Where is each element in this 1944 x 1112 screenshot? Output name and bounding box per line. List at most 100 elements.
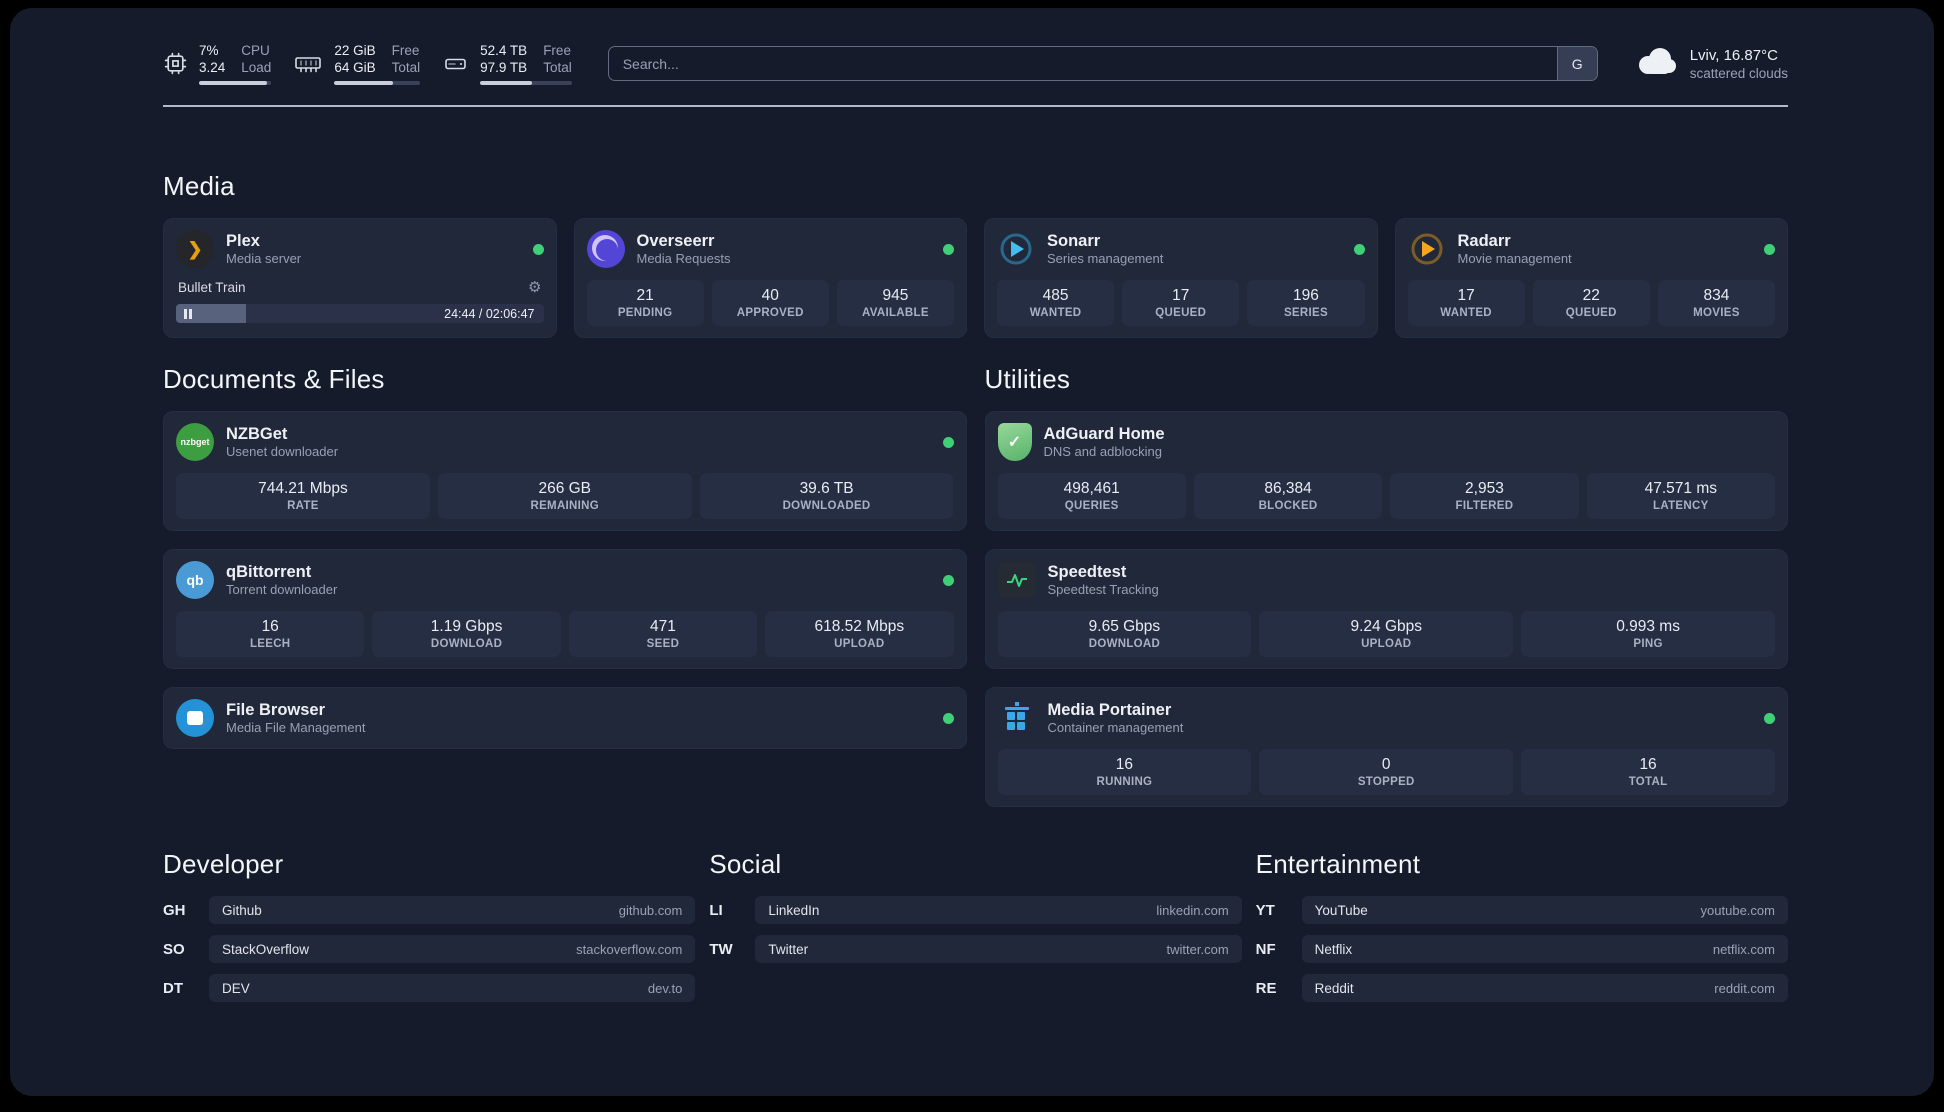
stat-value: 86,384 [1264, 480, 1312, 497]
stat-value: 16 [1639, 756, 1657, 773]
stat-pending: 21 PENDING [586, 280, 704, 326]
stat-value: 471 [650, 618, 676, 635]
stat-label: SEED [646, 638, 680, 650]
bookmark-abbr: GH [163, 901, 186, 919]
stat-filtered: 2,953 FILTERED [1390, 473, 1579, 519]
stat-value: 9.24 Gbps [1350, 618, 1422, 635]
section-heading-utilities: Utilities [984, 364, 1071, 394]
stat-download: 9.65 Gbps DOWNLOAD [997, 611, 1252, 657]
stat-seed: 471 SEED [568, 611, 758, 657]
bookmark-name: Twitter [768, 941, 809, 957]
playback-time: 24:44 / 02:06:47 [444, 306, 535, 321]
ram-label-2: Total [391, 60, 421, 75]
weather-widget: Lviv, 16.87°C scattered clouds [1634, 46, 1788, 82]
plex-icon: ❯ [176, 230, 214, 268]
app-subtitle: Container management [1047, 720, 1184, 735]
topbar: 7% 3.24 CPU Load 22 GiB 64 GiB Free Tota… [163, 42, 1788, 85]
ram-free: 22 GiB [334, 43, 376, 58]
media-row: ❯ Plex Media server Bullet Train ⚙ 24:44… [163, 218, 1788, 338]
qbittorrent-card[interactable]: qb qBittorrent Torrent downloader 16 LEE… [163, 549, 967, 669]
stat-value: 2,953 [1465, 480, 1504, 497]
bookmark-name: StackOverflow [222, 941, 310, 957]
disk-metric: 52.4 TB 97.9 TB Free Total [442, 42, 572, 85]
overseerr-card[interactable]: Overseerr Media Requests 21 PENDING 40 A… [573, 218, 967, 338]
portainer-card[interactable]: Media Portainer Container management 16 … [984, 687, 1788, 807]
speedtest-icon [997, 561, 1036, 599]
disk-label-1: Free [543, 43, 571, 58]
pause-button[interactable] [184, 308, 192, 319]
status-dot [942, 436, 954, 448]
portainer-titles: Media Portainer Container management [1048, 700, 1184, 736]
stat-label: DOWNLOAD [1088, 638, 1161, 650]
cpu-metric: 7% 3.24 CPU Load [163, 42, 272, 85]
search-input[interactable] [608, 47, 1557, 80]
stat-value: 0 [1381, 756, 1391, 773]
gear-icon[interactable]: ⚙ [528, 278, 541, 296]
bookmark-youtube[interactable]: YT YouTube youtube.com [1256, 896, 1788, 924]
stat-series: 196 SERIES [1247, 280, 1365, 326]
filebrowser-card[interactable]: File Browser Media File Management [163, 687, 967, 749]
weather-condition: scattered clouds [1689, 65, 1788, 81]
bookmark-netflix[interactable]: NF Netflix netflix.com [1256, 935, 1788, 963]
stat-value: 945 [882, 287, 909, 304]
bookmark-dev[interactable]: DT DEV dev.to [163, 974, 696, 1002]
cpu-load: 3.24 [199, 60, 226, 75]
cloud-icon [1634, 46, 1678, 81]
playback-progress-bar[interactable]: 24:44 / 02:06:47 [176, 304, 544, 323]
bookmark-reddit[interactable]: RE Reddit reddit.com [1256, 974, 1788, 1002]
cpu-label-1: CPU [241, 43, 270, 58]
stat-label: APPROVED [736, 307, 804, 319]
stat-label: LATENCY [1653, 500, 1709, 512]
nzbget-card[interactable]: nzbget NZBGet Usenet downloader 744.21 M… [163, 411, 967, 531]
adguard-shield-icon: ✓ [997, 423, 1032, 461]
app-title: Speedtest [1047, 563, 1127, 581]
bookmark-stackoverflow[interactable]: SO StackOverflow stackoverflow.com [163, 935, 696, 963]
adguard-card[interactable]: ✓ AdGuard Home DNS and adblocking 498,46… [984, 411, 1788, 531]
app-title: File Browser [226, 701, 326, 719]
bookmark-linkedin[interactable]: LI LinkedIn linkedin.com [709, 896, 1242, 924]
stat-label: RATE [287, 500, 319, 512]
overseerr-icon [586, 230, 625, 268]
disk-label-2: Total [543, 60, 572, 75]
stat-label: UPLOAD [834, 638, 885, 650]
stat-value: 498,461 [1063, 480, 1120, 497]
bookmark-abbr: TW [709, 940, 733, 958]
bookmark-name: DEV [222, 980, 250, 996]
radarr-card[interactable]: Radarr Movie management 17 WANTED 22 QUE… [1394, 218, 1788, 338]
stat-upload: 9.24 Gbps UPLOAD [1259, 611, 1514, 657]
qbittorrent-titles: qBittorrent Torrent downloader [226, 562, 337, 598]
disk-free: 52.4 TB [480, 43, 528, 58]
stat-label: PENDING [617, 307, 673, 319]
sonarr-titles: Sonarr Series management [1047, 231, 1163, 267]
stat-value: 618.52 Mbps [814, 618, 905, 635]
speedtest-card[interactable]: Speedtest Speedtest Tracking 9.65 Gbps D… [984, 549, 1788, 669]
bookmark-abbr: LI [709, 901, 723, 919]
radarr-icon [1408, 230, 1446, 268]
search-engine-button[interactable]: G [1556, 47, 1597, 80]
stat-ping: 0.993 ms PING [1521, 611, 1775, 657]
stat-value: 22 [1582, 287, 1600, 304]
plex-card[interactable]: ❯ Plex Media server Bullet Train ⚙ 24:44… [163, 218, 557, 338]
bookmark-url: github.com [618, 902, 683, 918]
stat-label: WANTED [1440, 307, 1492, 319]
app-title: AdGuard Home [1043, 425, 1165, 443]
sonarr-icon [997, 230, 1035, 268]
stat-label: FILTERED [1455, 500, 1514, 512]
stat-label: STOPPED [1357, 776, 1415, 788]
stat-value: 266 GB [538, 480, 592, 497]
bookmark-name: Github [222, 902, 262, 918]
section-heading-social: Social [709, 849, 782, 879]
disk-icon [442, 52, 469, 76]
status-dot [1764, 243, 1775, 255]
app-title: qBittorrent [226, 563, 312, 581]
stat-remaining: 266 GB REMAINING [437, 473, 692, 519]
stat-value: 0.993 ms [1616, 618, 1680, 635]
section-heading-media: Media [163, 171, 235, 201]
stat-running: 16 RUNNING [997, 749, 1252, 795]
sonarr-card[interactable]: Sonarr Series management 485 WANTED 17 Q… [984, 218, 1378, 338]
stat-value: 21 [636, 287, 654, 304]
bookmark-twitter[interactable]: TW Twitter twitter.com [709, 935, 1242, 963]
stat-value: 485 [1042, 287, 1069, 304]
bookmark-github[interactable]: GH Github github.com [163, 896, 696, 924]
status-dot [942, 574, 954, 586]
